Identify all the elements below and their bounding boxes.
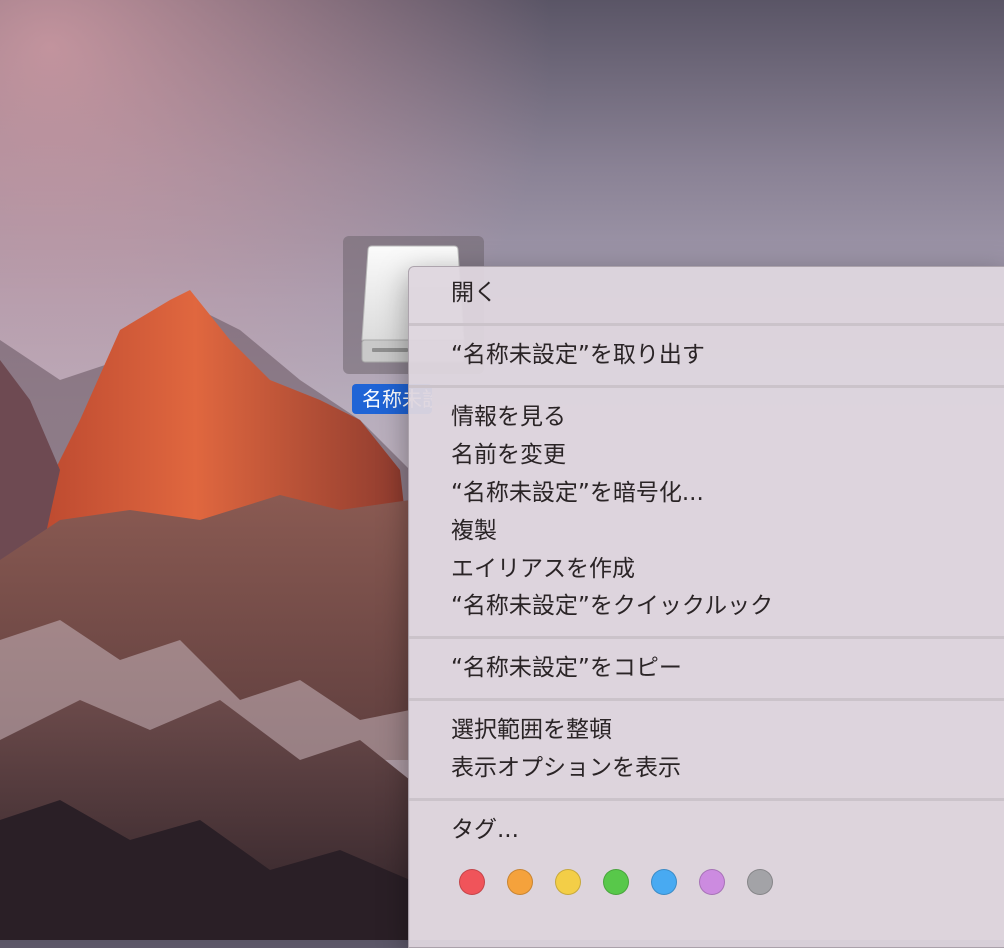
menu-separator — [409, 385, 1004, 388]
menu-item-eject[interactable]: “名称未設定”を取り出す — [451, 338, 1004, 372]
tag-green-button[interactable] — [603, 869, 629, 895]
menu-separator — [409, 698, 1004, 701]
tag-blue-button[interactable] — [651, 869, 677, 895]
tag-red-button[interactable] — [459, 869, 485, 895]
tag-gray-button[interactable] — [747, 869, 773, 895]
menu-item-make-alias[interactable]: エイリアスを作成 — [451, 552, 1004, 586]
menu-separator — [409, 323, 1004, 326]
tag-yellow-button[interactable] — [555, 869, 581, 895]
menu-item-encrypt[interactable]: “名称未設定”を暗号化... — [451, 476, 1004, 510]
menu-item-copy[interactable]: “名称未設定”をコピー — [451, 651, 1004, 685]
menu-item-get-info[interactable]: 情報を見る — [451, 400, 1004, 434]
menu-item-quick-look[interactable]: “名称未設定”をクイックルック — [451, 589, 1004, 623]
menu-item-show-view-options[interactable]: 表示オプションを表示 — [451, 751, 1004, 785]
menu-item-tags[interactable]: タグ... — [451, 813, 1004, 847]
menu-separator — [409, 798, 1004, 801]
context-menu: 開く “名称未設定”を取り出す 情報を見る 名前を変更 “名称未設定”を暗号化.… — [408, 266, 1004, 948]
menu-item-clean-up-selection[interactable]: 選択範囲を整頓 — [451, 713, 1004, 747]
menu-separator — [409, 636, 1004, 639]
tag-purple-button[interactable] — [699, 869, 725, 895]
menu-item-rename[interactable]: 名前を変更 — [451, 438, 1004, 472]
tag-orange-button[interactable] — [507, 869, 533, 895]
menu-item-open[interactable]: 開く — [451, 276, 1004, 310]
menu-item-duplicate[interactable]: 複製 — [451, 514, 1004, 548]
